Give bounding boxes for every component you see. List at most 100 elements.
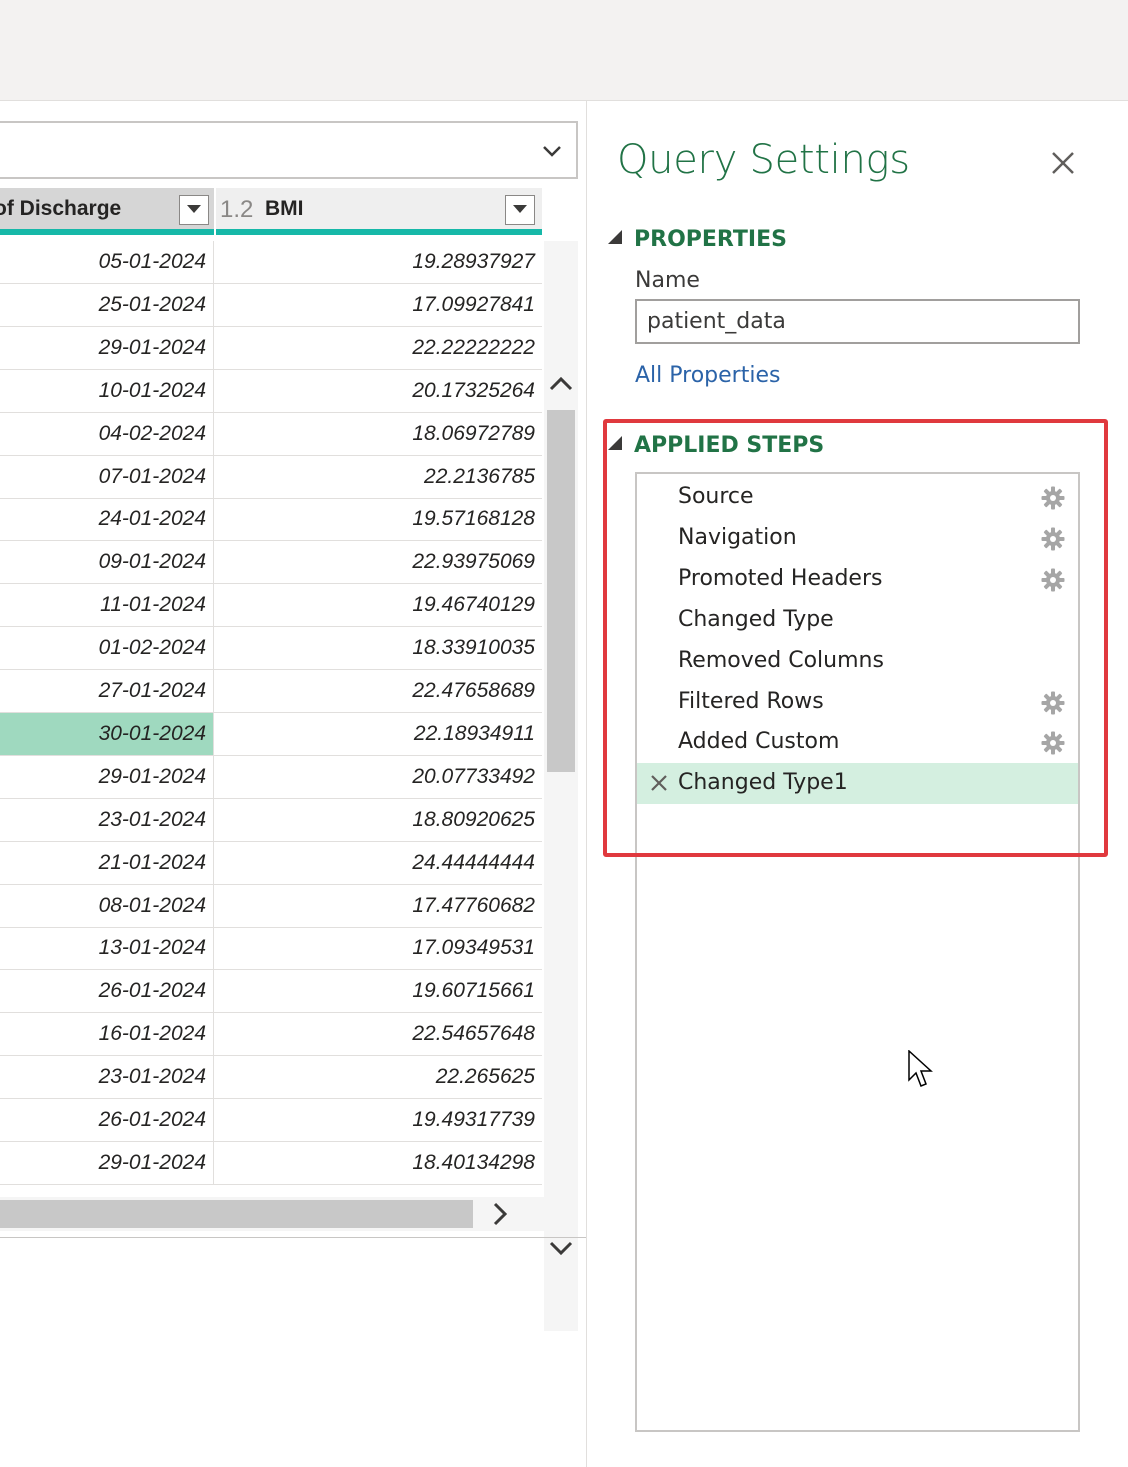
step-label: Promoted Headers (678, 565, 883, 591)
bmi-cell[interactable]: 22.22222222 (215, 327, 542, 369)
bmi-cell[interactable]: 18.40134298 (215, 1142, 542, 1184)
column-filter-button[interactable] (179, 195, 209, 225)
bmi-cell[interactable]: 17.09349531 (215, 927, 542, 969)
applied-step-item[interactable]: Navigation (637, 518, 1078, 559)
all-properties-link[interactable]: All Properties (635, 363, 780, 388)
table-row: 29-01-2024 20.07733492 (0, 755, 542, 799)
bmi-cell[interactable]: 22.47658689 (215, 670, 542, 712)
scroll-thumb[interactable] (547, 410, 575, 772)
column-header-label: of Discharge (0, 197, 122, 220)
decimal-type-icon[interactable]: 1.2 (220, 196, 253, 224)
bmi-cell[interactable]: 19.28937927 (215, 241, 542, 283)
date-cell[interactable]: 24-01-2024 (0, 498, 214, 541)
column-header-date-of-discharge[interactable]: of Discharge (0, 188, 214, 235)
column-header-bmi[interactable]: 1.2 BMI (216, 188, 542, 235)
bmi-cell[interactable]: 22.54657648 (215, 1013, 542, 1055)
date-cell[interactable]: 07-01-2024 (0, 455, 214, 498)
applied-step-item[interactable]: Promoted Headers (637, 559, 1078, 600)
date-cell[interactable]: 26-01-2024 (0, 970, 214, 1013)
query-settings-pane: Query Settings PROPERTIES Name All Prope… (588, 101, 1128, 1467)
chevron-down-icon[interactable] (542, 141, 562, 161)
date-cell[interactable]: 29-01-2024 (0, 1141, 214, 1184)
date-cell[interactable]: 09-01-2024 (0, 541, 214, 584)
table-row: 07-01-2024 22.2136785 (0, 455, 542, 499)
gear-icon[interactable] (1041, 486, 1065, 510)
step-label: Filtered Rows (678, 688, 824, 714)
table-row: 30-01-2024 22.18934911 (0, 712, 542, 756)
date-cell[interactable]: 21-01-2024 (0, 841, 214, 884)
date-cell[interactable]: 05-01-2024 (0, 241, 214, 283)
date-cell[interactable]: 04-02-2024 (0, 412, 214, 455)
bmi-cell[interactable]: 18.33910035 (215, 627, 542, 669)
applied-steps-section-header[interactable]: APPLIED STEPS (608, 433, 824, 458)
scroll-right-icon[interactable] (486, 1200, 514, 1228)
applied-steps-list: Source Navigation Promoted Headers Changed … (635, 472, 1080, 1432)
date-cell[interactable]: 27-01-2024 (0, 670, 214, 712)
date-cell[interactable]: 25-01-2024 (0, 283, 214, 326)
query-name-input[interactable] (635, 299, 1080, 344)
divider (0, 1237, 586, 1238)
applied-step-item[interactable]: Removed Columns (637, 641, 1078, 682)
table-row: 21-01-2024 24.44444444 (0, 841, 542, 885)
applied-step-item[interactable]: Source (637, 477, 1078, 518)
date-cell[interactable]: 26-01-2024 (0, 1099, 214, 1141)
bmi-cell[interactable]: 19.60715661 (215, 970, 542, 1012)
date-cell[interactable]: 23-01-2024 (0, 1056, 214, 1099)
gear-icon[interactable] (1041, 568, 1065, 592)
scroll-up-icon[interactable] (547, 371, 575, 395)
table-row: 23-01-2024 22.265625 (0, 1056, 542, 1100)
bmi-cell[interactable]: 19.46740129 (215, 584, 542, 626)
gear-icon[interactable] (1041, 731, 1065, 755)
bmi-cell[interactable]: 19.57168128 (215, 498, 542, 540)
date-cell[interactable]: 29-01-2024 (0, 326, 214, 369)
bmi-cell[interactable]: 20.17325264 (215, 370, 542, 412)
bmi-cell[interactable]: 22.93975069 (215, 541, 542, 583)
data-preview-pane: of Discharge 1.2 BMI 05-01-2024 19.289379… (0, 101, 587, 1467)
collapse-triangle-icon[interactable] (608, 230, 622, 244)
scroll-down-icon[interactable] (547, 1237, 575, 1261)
bmi-cell[interactable]: 22.265625 (215, 1056, 542, 1098)
date-cell[interactable]: 23-01-2024 (0, 798, 214, 841)
close-icon[interactable] (1048, 148, 1078, 178)
bmi-cell[interactable]: 18.06972789 (215, 413, 542, 455)
table-row: 25-01-2024 17.09927841 (0, 283, 542, 327)
horizontal-scrollbar[interactable] (0, 1197, 578, 1231)
date-cell[interactable]: 11-01-2024 (0, 584, 214, 627)
bmi-cell[interactable]: 18.80920625 (215, 799, 542, 841)
applied-step-item[interactable]: Changed Type1 (637, 763, 1078, 805)
applied-step-item[interactable]: Filtered Rows (637, 682, 1078, 723)
date-cell[interactable]: 08-01-2024 (0, 884, 214, 927)
bmi-cell[interactable]: 22.18934911 (215, 713, 542, 755)
bmi-cell[interactable]: 17.47760682 (215, 885, 542, 927)
applied-step-item[interactable]: Added Custom (637, 722, 1078, 763)
formula-bar[interactable] (0, 121, 578, 179)
date-cell[interactable]: 29-01-2024 (0, 755, 214, 798)
date-cell[interactable]: 16-01-2024 (0, 1013, 214, 1056)
bmi-cell[interactable]: 17.09927841 (215, 284, 542, 326)
date-cell[interactable]: 13-01-2024 (0, 927, 214, 970)
column-filter-button[interactable] (505, 195, 535, 225)
applied-step-item[interactable]: Changed Type (637, 600, 1078, 641)
table-row: 29-01-2024 22.22222222 (0, 326, 542, 370)
table-row: 05-01-2024 19.28937927 (0, 241, 542, 284)
scroll-thumb[interactable] (0, 1200, 473, 1228)
date-cell[interactable]: 01-02-2024 (0, 627, 214, 670)
bmi-cell[interactable]: 19.49317739 (215, 1099, 542, 1141)
table-row: 04-02-2024 18.06972789 (0, 412, 542, 456)
gear-icon[interactable] (1041, 691, 1065, 715)
table-row: 01-02-2024 18.33910035 (0, 627, 542, 671)
gear-icon[interactable] (1041, 527, 1065, 551)
bmi-cell[interactable]: 22.2136785 (215, 456, 542, 498)
table-row: 10-01-2024 20.17325264 (0, 369, 542, 413)
table-row: 26-01-2024 19.49317739 (0, 1099, 542, 1142)
dropdown-arrow-icon (187, 205, 201, 213)
date-cell[interactable]: 30-01-2024 (0, 712, 214, 755)
vertical-scrollbar[interactable] (544, 241, 578, 1331)
column-header-label: BMI (265, 197, 304, 220)
delete-step-icon[interactable] (649, 773, 669, 793)
bmi-cell[interactable]: 24.44444444 (215, 842, 542, 884)
collapse-triangle-icon[interactable] (608, 436, 622, 450)
bmi-cell[interactable]: 20.07733492 (215, 756, 542, 798)
properties-section-header[interactable]: PROPERTIES (608, 227, 787, 252)
date-cell[interactable]: 10-01-2024 (0, 369, 214, 412)
